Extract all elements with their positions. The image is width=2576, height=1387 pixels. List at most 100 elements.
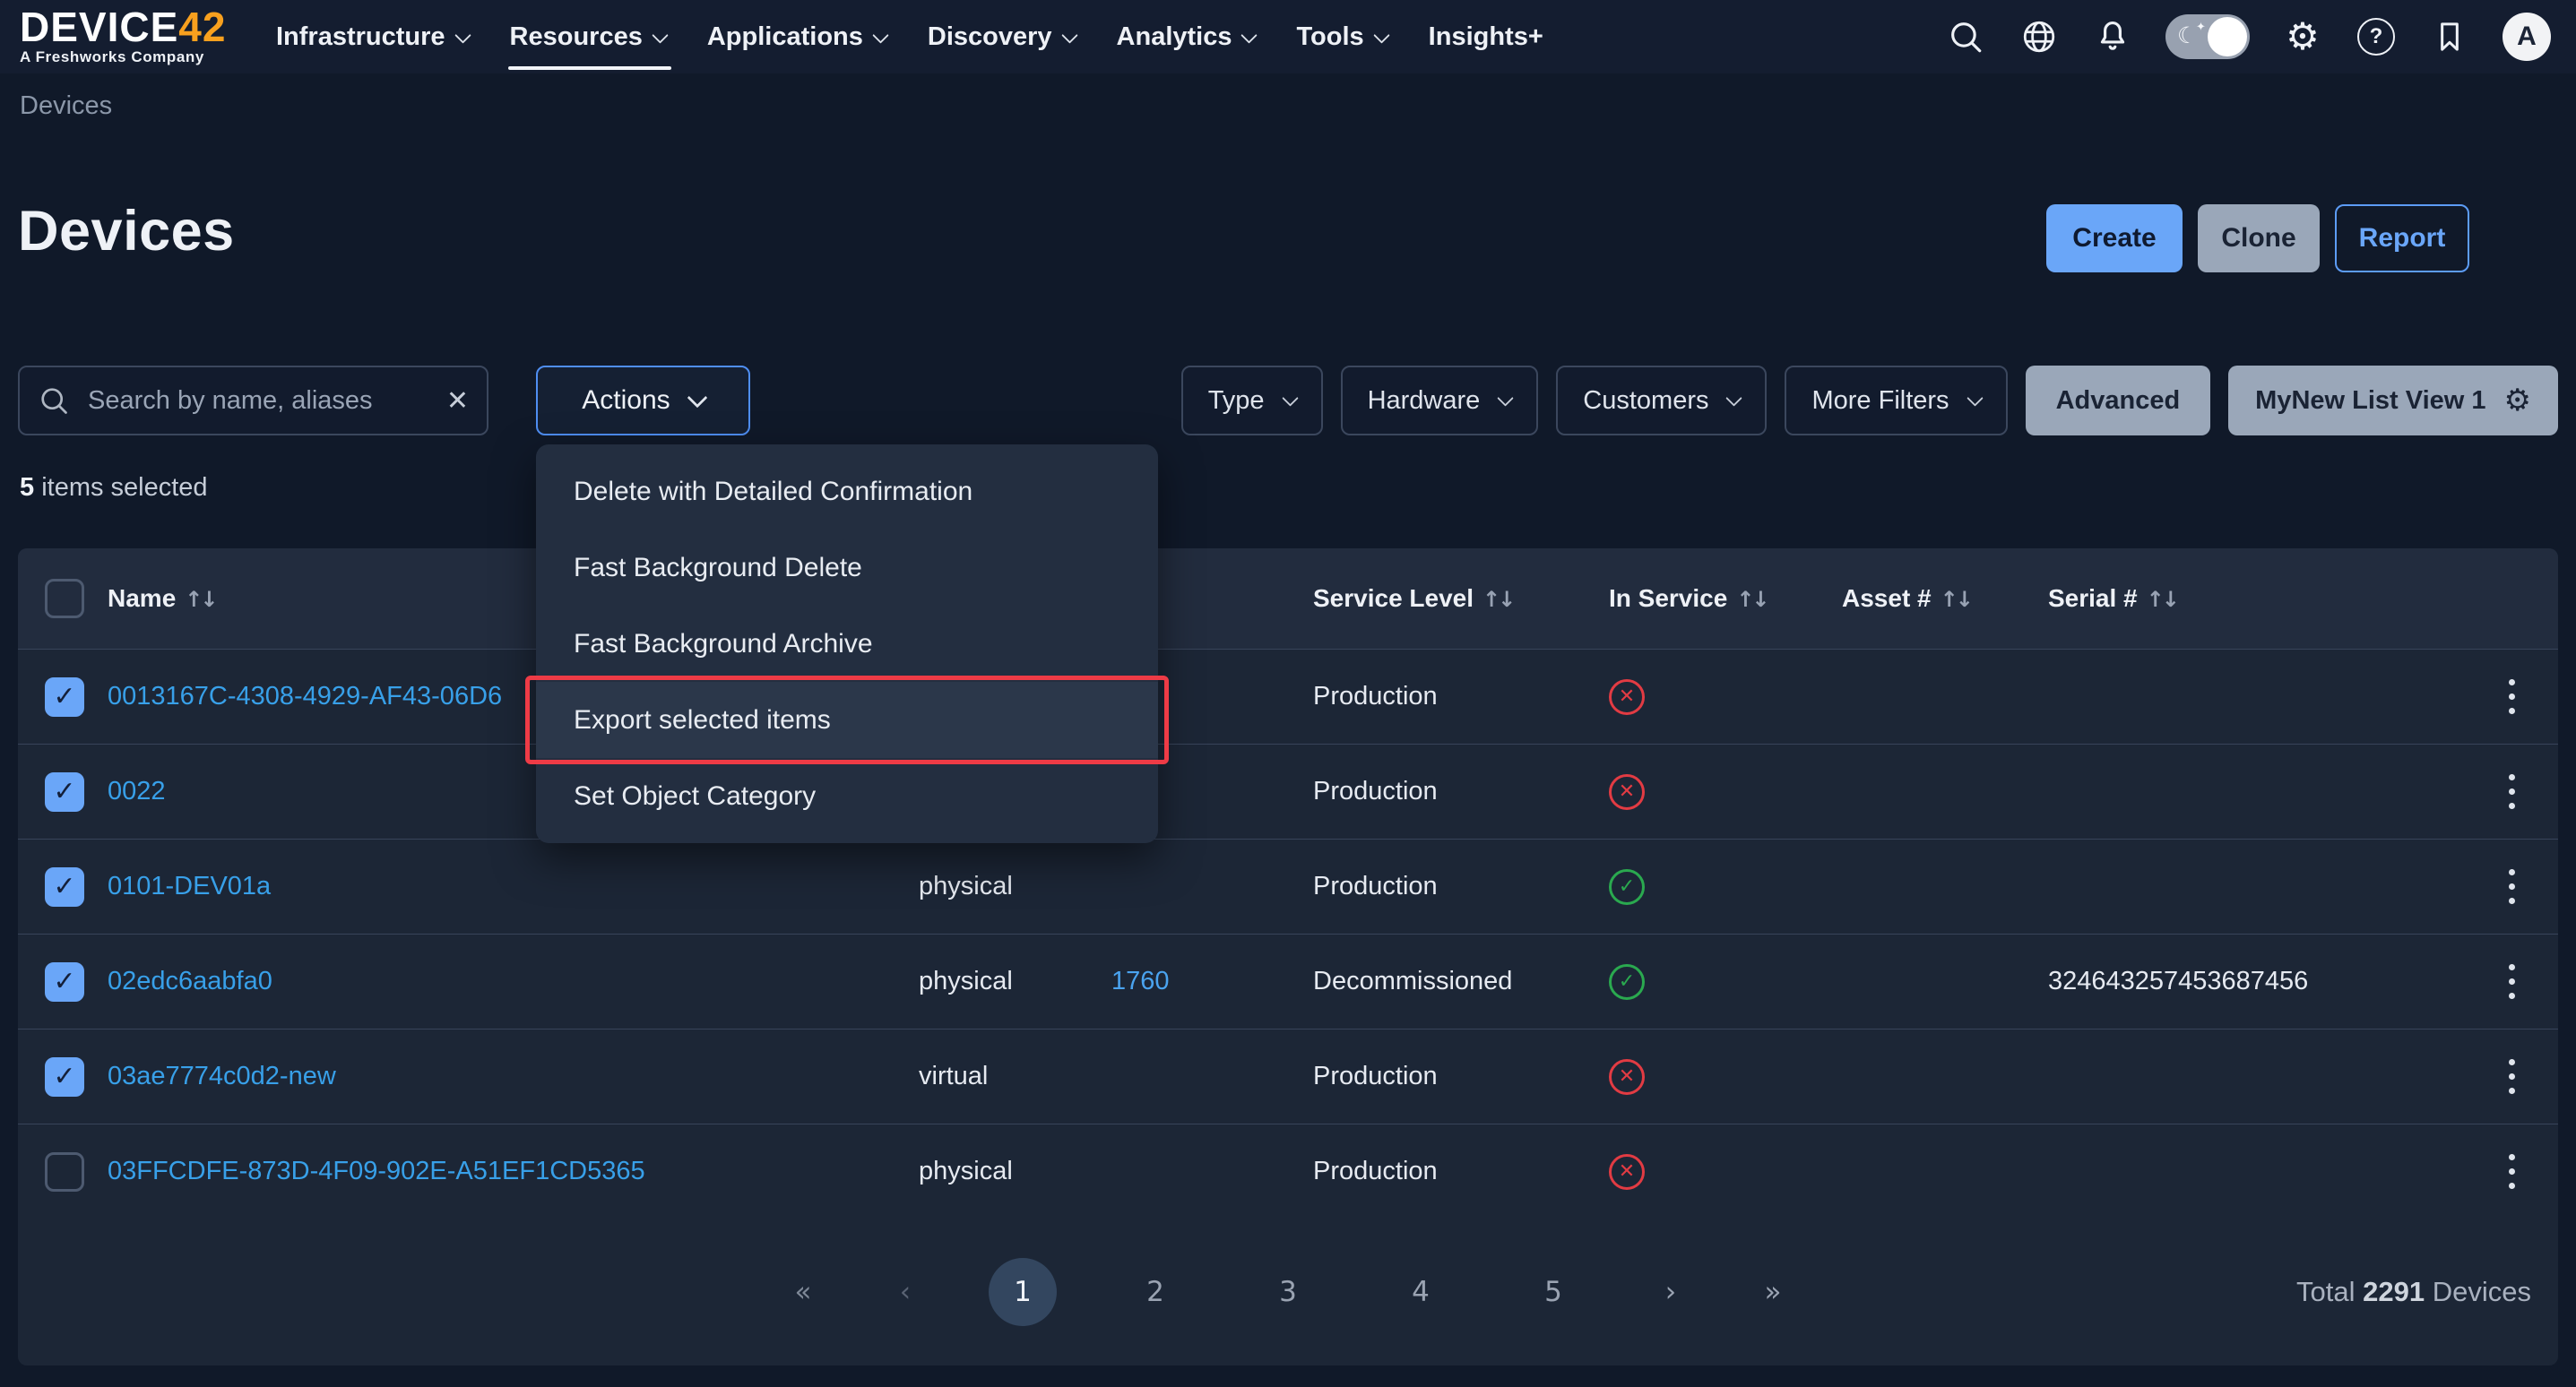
- menu-item-delete-detailed[interactable]: Delete with Detailed Confirmation: [536, 453, 1158, 530]
- filter-hardware[interactable]: Hardware: [1341, 366, 1539, 435]
- table-footer: « ‹ 1 2 3 4 5 › » Total 2291 Devices: [18, 1219, 2558, 1365]
- actions-dropdown-menu: Delete with Detailed Confirmation Fast B…: [536, 444, 1158, 843]
- gear-icon[interactable]: ⚙: [2282, 16, 2323, 57]
- row-menu-button[interactable]: [2492, 862, 2531, 912]
- toggle-knob: [2208, 17, 2247, 56]
- row-checkbox[interactable]: [45, 677, 84, 717]
- table-row: 0013167C-4308-4929-AF43-06D6 Production: [18, 649, 2558, 744]
- nav-item-insights[interactable]: Insights+: [1429, 10, 1543, 65]
- table-row: 02edc6aabfa0 physical 1760 Decommissione…: [18, 934, 2558, 1029]
- menu-item-export-selected[interactable]: Export selected items: [536, 682, 1158, 758]
- device-name-link[interactable]: 0101-DEV01a: [108, 872, 271, 900]
- navbar-icons: ☾ ✦ ⚙ ? A: [1945, 0, 2551, 73]
- column-header-service-level[interactable]: Service Level: [1313, 584, 1609, 613]
- nav-item-infrastructure[interactable]: Infrastructure: [276, 10, 469, 65]
- selected-items-info: 5 items selected: [20, 473, 208, 503]
- row-menu-button[interactable]: [2492, 957, 2531, 1007]
- device-type: physical: [919, 1157, 1111, 1186]
- device-count-link[interactable]: 1760: [1111, 967, 1170, 995]
- theme-toggle[interactable]: ☾ ✦: [2165, 14, 2250, 59]
- nav-item-tools[interactable]: Tools: [1296, 10, 1387, 65]
- bell-icon[interactable]: [2092, 16, 2133, 57]
- brand-logo[interactable]: DEVICE42 A Freshworks Company: [20, 7, 253, 66]
- nav-item-analytics[interactable]: Analytics: [1117, 10, 1256, 65]
- globe-icon[interactable]: [2018, 16, 2060, 57]
- column-header-serial[interactable]: Serial #: [2048, 584, 2468, 613]
- menu-item-set-object-category[interactable]: Set Object Category: [536, 758, 1158, 834]
- nav-item-resources[interactable]: Resources: [510, 10, 666, 65]
- search-icon: [38, 384, 70, 417]
- chevron-down-icon: [1498, 390, 1514, 406]
- main-nav: Infrastructure Resources Applications Di…: [276, 10, 1543, 65]
- device-name-link[interactable]: 02edc6aabfa0: [108, 967, 272, 995]
- serial-number: 324643257453687456: [2048, 967, 2468, 996]
- menu-item-fast-archive[interactable]: Fast Background Archive: [536, 606, 1158, 682]
- logo-text: DEVICE: [20, 4, 178, 50]
- device-name-link[interactable]: 0013167C-4308-4929-AF43-06D6: [108, 682, 502, 711]
- breadcrumb[interactable]: Devices: [20, 91, 112, 121]
- in-service-status-icon: [1609, 869, 1645, 905]
- row-checkbox[interactable]: [45, 772, 84, 812]
- page-button-2[interactable]: 2: [1121, 1258, 1189, 1326]
- row-checkbox[interactable]: [45, 1057, 84, 1097]
- filter-type[interactable]: Type: [1181, 366, 1323, 435]
- list-view-button[interactable]: MyNew List View 1⚙: [2228, 366, 2558, 435]
- menu-item-fast-delete[interactable]: Fast Background Delete: [536, 530, 1158, 606]
- next-page-button[interactable]: ›: [1652, 1276, 1690, 1308]
- select-all-checkbox[interactable]: [45, 579, 84, 618]
- report-button[interactable]: Report: [2335, 204, 2469, 272]
- device-type: physical: [919, 872, 1111, 901]
- search-icon[interactable]: [1945, 16, 1986, 57]
- gear-icon[interactable]: ⚙: [2504, 385, 2531, 416]
- advanced-button[interactable]: Advanced: [2026, 366, 2211, 435]
- clear-search-icon[interactable]: ✕: [446, 385, 469, 417]
- column-header-asset[interactable]: Asset #: [1842, 584, 2048, 613]
- service-level: Production: [1313, 1157, 1609, 1186]
- actions-dropdown-button[interactable]: Actions: [536, 366, 750, 435]
- sort-icon: [185, 587, 215, 612]
- nav-item-applications[interactable]: Applications: [707, 10, 886, 65]
- sort-icon: [1482, 587, 1513, 612]
- page-button-3[interactable]: 3: [1254, 1258, 1322, 1326]
- row-checkbox[interactable]: [45, 1152, 84, 1192]
- toolbar: ✕ Actions Type Hardware Customers More F…: [18, 366, 2558, 435]
- devices-table: Name Service Level In Service Asset # Se…: [18, 548, 2558, 1365]
- in-service-status-icon: [1609, 679, 1645, 715]
- table-row: 0022 Production: [18, 744, 2558, 839]
- chevron-down-icon: [1373, 27, 1389, 43]
- row-menu-button[interactable]: [2492, 672, 2531, 722]
- top-navbar: DEVICE42 A Freshworks Company Infrastruc…: [0, 0, 2576, 73]
- clone-button[interactable]: Clone: [2198, 204, 2320, 272]
- user-avatar[interactable]: A: [2503, 13, 2551, 61]
- help-icon[interactable]: ?: [2356, 16, 2397, 57]
- device-name-link[interactable]: 03FFCDFE-873D-4F09-902E-A51EF1CD5365: [108, 1157, 645, 1185]
- device-name-link[interactable]: 0022: [108, 777, 166, 805]
- bookmark-icon[interactable]: [2429, 16, 2470, 57]
- in-service-status-icon: [1609, 964, 1645, 1000]
- nav-item-discovery[interactable]: Discovery: [928, 10, 1076, 65]
- row-menu-button[interactable]: [2492, 1052, 2531, 1102]
- filter-more[interactable]: More Filters: [1785, 366, 2007, 435]
- create-button[interactable]: Create: [2046, 204, 2183, 272]
- search-box: ✕: [18, 366, 488, 435]
- table-row: 03ae7774c0d2-new virtual Production: [18, 1029, 2558, 1124]
- first-page-button[interactable]: «: [784, 1276, 822, 1308]
- row-checkbox[interactable]: [45, 867, 84, 907]
- in-service-status-icon: [1609, 774, 1645, 810]
- row-menu-button[interactable]: [2492, 1147, 2531, 1197]
- chevron-down-icon: [687, 388, 707, 409]
- filter-customers[interactable]: Customers: [1556, 366, 1767, 435]
- device-name-link[interactable]: 03ae7774c0d2-new: [108, 1062, 336, 1090]
- last-page-button[interactable]: »: [1754, 1276, 1792, 1308]
- device-type: virtual: [919, 1062, 1111, 1091]
- column-header-in-service[interactable]: In Service: [1609, 584, 1842, 613]
- page-button-4[interactable]: 4: [1387, 1258, 1455, 1326]
- page-button-5[interactable]: 5: [1519, 1258, 1587, 1326]
- page-button-1[interactable]: 1: [989, 1258, 1057, 1326]
- table-row: 0101-DEV01a physical Production: [18, 839, 2558, 934]
- chevron-down-icon: [1282, 390, 1298, 406]
- row-menu-button[interactable]: [2492, 767, 2531, 817]
- search-input[interactable]: [86, 385, 437, 417]
- prev-page-button[interactable]: ‹: [886, 1276, 924, 1308]
- row-checkbox[interactable]: [45, 962, 84, 1002]
